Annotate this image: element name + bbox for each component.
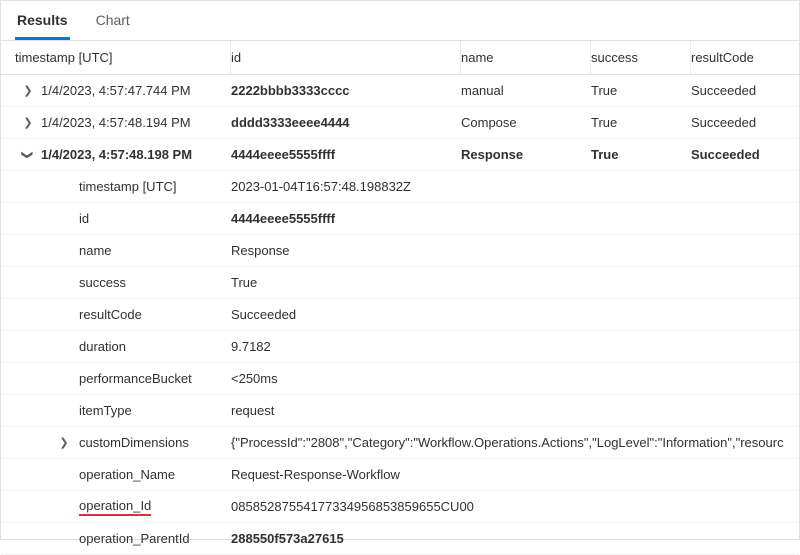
detail-val-operation-parentid: 288550f573a27615 <box>231 531 799 546</box>
cell-timestamp: 1/4/2023, 4:57:48.194 PM <box>41 115 191 130</box>
highlight-operation-id: operation_Id <box>79 498 151 516</box>
detail-val-timestamp: 2023-01-04T16:57:48.198832Z <box>231 179 799 194</box>
detail-key-name: name <box>1 243 231 258</box>
cell-success: True <box>591 83 691 98</box>
cell-timestamp: 1/4/2023, 4:57:48.198 PM <box>41 147 192 162</box>
detail-row: operation_Id 085852875541773349568538596… <box>1 491 799 523</box>
detail-row: success True <box>1 267 799 299</box>
detail-row: timestamp [UTC] 2023-01-04T16:57:48.1988… <box>1 171 799 203</box>
col-header-timestamp[interactable]: timestamp [UTC] <box>1 41 231 74</box>
chevron-right-icon[interactable]: ❯ <box>59 438 69 448</box>
table-row-expanded[interactable]: ❯ 1/4/2023, 4:57:48.198 PM 4444eeee5555f… <box>1 139 799 171</box>
detail-val-operation-id: 08585287554177334956853859655CU00 <box>231 499 799 514</box>
detail-val-name: Response <box>231 243 799 258</box>
detail-val-performancebucket: <250ms <box>231 371 799 386</box>
tab-bar: Results Chart <box>1 1 799 41</box>
col-header-name[interactable]: name <box>461 41 591 74</box>
detail-key-performancebucket: performanceBucket <box>1 371 231 386</box>
cell-success: True <box>591 147 691 162</box>
table-row[interactable]: ❯ 1/4/2023, 4:57:47.744 PM 2222bbbb3333c… <box>1 75 799 107</box>
cell-name: Compose <box>461 115 591 130</box>
cell-success: True <box>591 115 691 130</box>
chevron-right-icon[interactable]: ❯ <box>23 118 33 128</box>
table-row[interactable]: ❯ 1/4/2023, 4:57:48.194 PM dddd3333eeee4… <box>1 107 799 139</box>
detail-val-itemtype: request <box>231 403 799 418</box>
detail-val-success: True <box>231 275 799 290</box>
tab-chart[interactable]: Chart <box>94 4 132 40</box>
detail-row: operation_ParentId 288550f573a27615 <box>1 523 799 555</box>
cell-resultcode: Succeeded <box>691 147 799 162</box>
cell-id: dddd3333eeee4444 <box>231 115 461 130</box>
detail-key-itemtype: itemType <box>1 403 231 418</box>
chevron-right-icon[interactable]: ❯ <box>23 86 33 96</box>
detail-key-operation-parentid: operation_ParentId <box>1 531 231 546</box>
col-header-resultcode[interactable]: resultCode <box>691 41 799 74</box>
col-header-success[interactable]: success <box>591 41 691 74</box>
detail-row: duration 9.7182 <box>1 331 799 363</box>
detail-val-operation-name: Request-Response-Workflow <box>231 467 799 482</box>
detail-key-success: success <box>1 275 231 290</box>
cell-name: Response <box>461 147 591 162</box>
detail-key-timestamp: timestamp [UTC] <box>1 179 231 194</box>
detail-row[interactable]: ❯ customDimensions {"ProcessId":"2808","… <box>1 427 799 459</box>
cell-timestamp: 1/4/2023, 4:57:47.744 PM <box>41 83 191 98</box>
cell-name: manual <box>461 83 591 98</box>
detail-key-operation-name: operation_Name <box>1 467 231 482</box>
cell-resultcode: Succeeded <box>691 83 799 98</box>
detail-row: performanceBucket <250ms <box>1 363 799 395</box>
detail-key-duration: duration <box>1 339 231 354</box>
detail-row: operation_Name Request-Response-Workflow <box>1 459 799 491</box>
cell-id: 2222bbbb3333cccc <box>231 83 461 98</box>
detail-key-resultcode: resultCode <box>1 307 231 322</box>
chevron-down-icon[interactable]: ❯ <box>23 150 33 160</box>
detail-val-duration: 9.7182 <box>231 339 799 354</box>
cell-resultcode: Succeeded <box>691 115 799 130</box>
detail-row: resultCode Succeeded <box>1 299 799 331</box>
grid-header: timestamp [UTC] id name success resultCo… <box>1 41 799 75</box>
detail-key-id: id <box>1 211 231 226</box>
col-header-id[interactable]: id <box>231 41 461 74</box>
detail-key-operation-id: operation_Id <box>1 498 231 516</box>
detail-row: itemType request <box>1 395 799 427</box>
cell-id: 4444eeee5555ffff <box>231 147 461 162</box>
detail-val-id: 4444eeee5555ffff <box>231 211 799 226</box>
detail-row: id 4444eeee5555ffff <box>1 203 799 235</box>
tab-results[interactable]: Results <box>15 4 70 40</box>
detail-val-customdimensions: {"ProcessId":"2808","Category":"Workflow… <box>231 435 799 450</box>
detail-val-resultcode: Succeeded <box>231 307 799 322</box>
detail-key-customdimensions: ❯ customDimensions <box>1 435 231 450</box>
detail-row: name Response <box>1 235 799 267</box>
